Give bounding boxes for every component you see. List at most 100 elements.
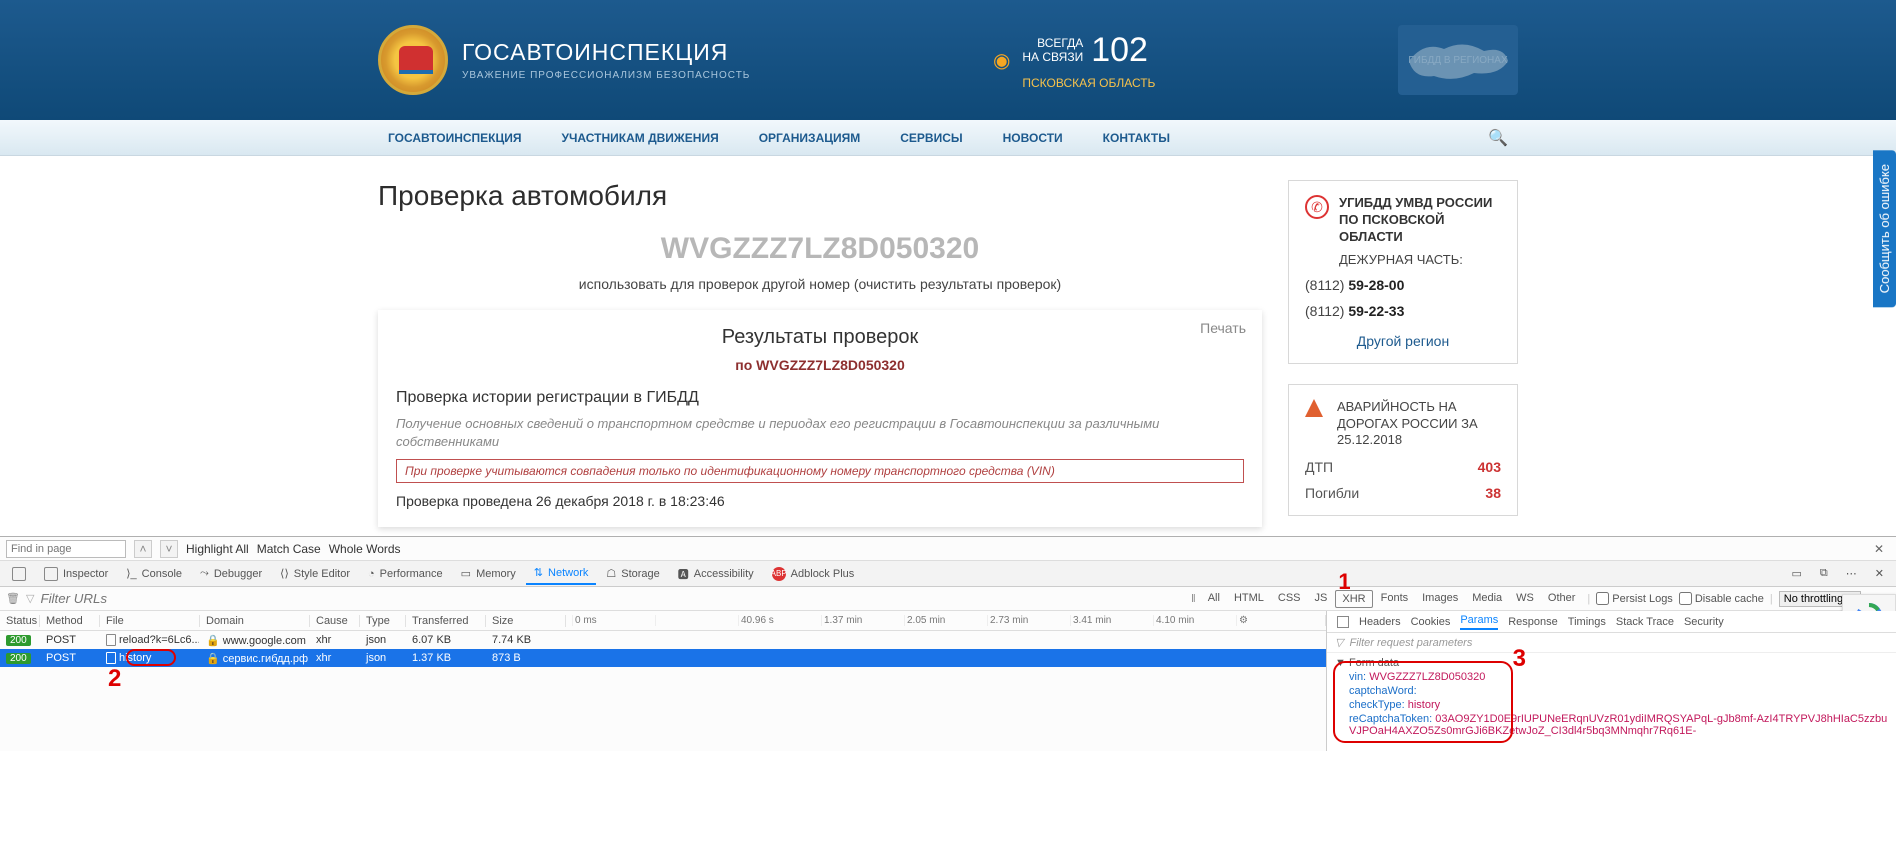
filter-url-input[interactable] (40, 591, 290, 606)
type-css[interactable]: CSS (1272, 590, 1307, 608)
feedback-tab[interactable]: Сообщить об ошибке (1873, 150, 1896, 307)
type-ws[interactable]: WS (1510, 590, 1540, 608)
tab-debugger[interactable]: ⤳Debugger (192, 563, 270, 584)
request-detail-panel: Headers Cookies Params Response Timings … (1326, 611, 1896, 751)
disable-cache-checkbox[interactable]: Disable cache (1679, 592, 1764, 605)
form-data-section[interactable]: ▼ Form data (1335, 657, 1888, 669)
find-next-button[interactable]: ˅ (160, 540, 178, 558)
detail-filter[interactable]: ▽Filter request parameters (1327, 633, 1896, 653)
annotation-marker-3: 3 (1513, 645, 1526, 673)
type-js[interactable]: JS (1309, 590, 1334, 608)
inspector-picker-icon[interactable] (4, 563, 34, 585)
hotline-label-2: НА СВЯЗИ (1022, 50, 1083, 64)
menu-item-4[interactable]: НОВОСТИ (1003, 131, 1063, 145)
vin-display: WVGZZZ7LZ8D050320 (378, 232, 1262, 266)
detail-tabs: Headers Cookies Params Response Timings … (1327, 611, 1896, 633)
responsive-mode-icon[interactable]: ▭ (1784, 563, 1810, 584)
type-all[interactable]: All (1202, 590, 1226, 608)
phone-icon: ✆ (1305, 195, 1329, 219)
request-row-0[interactable]: 200 POST reload?k=6Lc6... 🔒 www.google.c… (0, 631, 1326, 649)
tab-network[interactable]: ⇅Network (526, 562, 597, 585)
param-recaptchatoken: reCaptchaToken: 03AO9ZY1D0E9rIUPUNeERqnU… (1349, 713, 1888, 737)
tab-adblock[interactable]: ABPAdblock Plus (764, 563, 863, 585)
vin-hint[interactable]: использовать для проверок другой номер (… (378, 276, 1262, 292)
detail-tab-headers[interactable]: Headers (1359, 616, 1401, 628)
type-images[interactable]: Images (1416, 590, 1464, 608)
find-input[interactable] (6, 540, 126, 558)
results-title: Результаты проверок (396, 326, 1244, 349)
eye-icon[interactable]: ◉ (993, 48, 1010, 73)
type-fonts[interactable]: Fonts (1375, 590, 1415, 608)
other-region-link[interactable]: Другой регион (1305, 333, 1501, 349)
stat-row-0: ДТП403 (1305, 459, 1501, 475)
toggle-sidebar-icon[interactable] (1337, 616, 1349, 628)
lock-icon: 🔒 (206, 653, 220, 665)
contact-box: ✆ УГИБДД УМВД РОССИИ ПО ПСКОВСКОЙ ОБЛАСТ… (1288, 180, 1518, 364)
page-body: Проверка автомобиля WVGZZZ7LZ8D050320 ис… (0, 156, 1896, 536)
regions-map-label: ГИБДД В РЕГИОНАХ (1408, 55, 1507, 66)
detail-tab-timings[interactable]: Timings (1568, 616, 1606, 628)
devtools-close-icon[interactable]: ✕ (1867, 563, 1892, 584)
site-title: ГОСАВТОИНСПЕКЦИЯ (462, 39, 750, 66)
clear-button[interactable]: 🗑 (6, 592, 20, 605)
main-menu: ГОСАВТОИНСПЕКЦИЯ УЧАСТНИКАМ ДВИЖЕНИЯ ОРГ… (0, 120, 1896, 156)
results-card: Печать Результаты проверок по WVGZZZ7LZ8… (378, 310, 1262, 527)
tab-inspector[interactable]: Inspector (36, 563, 116, 585)
devtools-tabs: Inspector ⟩_Console ⤳Debugger ⟨⟩Style Ed… (0, 561, 1896, 587)
stats-box: АВАРИЙНОСТЬ НА ДОРОГАХ РОССИИ ЗА 25.12.2… (1288, 384, 1518, 517)
logo-block[interactable]: ГОСАВТОИНСПЕКЦИЯ УВАЖЕНИЕ ПРОФЕССИОНАЛИЗ… (378, 25, 750, 95)
menu-item-2[interactable]: ОРГАНИЗАЦИЯМ (759, 131, 861, 145)
find-prev-button[interactable]: ˄ (134, 540, 152, 558)
type-xhr[interactable]: XHR (1335, 590, 1372, 608)
search-icon[interactable]: 🔍 (1488, 128, 1508, 148)
type-other[interactable]: Other (1542, 590, 1582, 608)
detail-tab-params[interactable]: Params (1460, 614, 1498, 630)
pause-icon[interactable]: ‖ (1191, 593, 1196, 605)
file-icon (106, 652, 116, 664)
devtools-dock-icon[interactable]: ⧉ (1812, 563, 1836, 584)
tab-storage[interactable]: ☖Storage (598, 563, 667, 584)
persist-logs-checkbox[interactable]: Persist Logs (1596, 592, 1673, 605)
region-label[interactable]: ПСКОВСКАЯ ОБЛАСТЬ (1022, 76, 1155, 90)
menu-item-5[interactable]: КОНТАКТЫ (1103, 131, 1170, 145)
hotline-label-1: ВСЕГДА (1022, 36, 1083, 50)
detail-tab-stack[interactable]: Stack Trace (1616, 616, 1674, 628)
detail-tab-response[interactable]: Response (1508, 616, 1558, 628)
print-link[interactable]: Печать (1200, 320, 1246, 336)
menu-item-0[interactable]: ГОСАВТОИНСПЕКЦИЯ (388, 131, 522, 145)
param-vin: vin: WVGZZZ7LZ8D050320 (1349, 671, 1888, 683)
tab-accessibility[interactable]: 🅰Accessibility (670, 562, 762, 586)
org-name: УГИБДД УМВД РОССИИ ПО ПСКОВСКОЙ ОБЛАСТИ (1339, 195, 1501, 246)
phone-2: (8112) 59-22-33 (1305, 303, 1501, 319)
menu-item-1[interactable]: УЧАСТНИКАМ ДВИЖЕНИЯ (562, 131, 719, 145)
detail-tab-cookies[interactable]: Cookies (1411, 616, 1451, 628)
devtools-options-icon[interactable]: ⋯ (1838, 563, 1865, 584)
file-icon (106, 634, 116, 646)
tab-performance[interactable]: ◔Performance (360, 564, 451, 584)
type-html[interactable]: HTML (1228, 590, 1270, 608)
cone-icon (1305, 399, 1323, 417)
section-description: Получение основных сведений о транспортн… (396, 415, 1244, 451)
devtools-pane: ˄ ˅ Highlight All Match Case Whole Words… (0, 536, 1896, 751)
tab-style-editor[interactable]: ⟨⟩Style Editor (272, 563, 358, 584)
regions-map-button[interactable]: ГИБДД В РЕГИОНАХ (1398, 25, 1518, 95)
detail-tab-security[interactable]: Security (1684, 616, 1724, 628)
stat-row-1: Погибли38 (1305, 485, 1501, 501)
menu-item-3[interactable]: СЕРВИСЫ (900, 131, 962, 145)
duty-label: ДЕЖУРНАЯ ЧАСТЬ: (1339, 252, 1501, 267)
network-toolbar: 🗑 ▽ ‖ All HTML CSS JS XHR Fonts Images M… (0, 587, 1896, 611)
request-row-1[interactable]: 200 POST history 🔒 сервис.гибдд.рф xhr j… (0, 649, 1326, 667)
match-case-toggle[interactable]: Match Case (257, 542, 321, 556)
find-close-button[interactable]: ✕ (1868, 542, 1890, 556)
type-media[interactable]: Media (1466, 590, 1508, 608)
hotline-number: 102 (1091, 31, 1148, 70)
highlight-all-toggle[interactable]: Highlight All (186, 542, 249, 556)
tab-memory[interactable]: ▭Memory (453, 563, 524, 584)
section-warning: При проверке учитываются совпадения толь… (396, 459, 1244, 483)
whole-words-toggle[interactable]: Whole Words (329, 542, 401, 556)
network-request-list: Status Method File Domain Cause Type Tra… (0, 611, 1326, 751)
hotline-block: ◉ ВСЕГДА НА СВЯЗИ 102 ПСКОВСКАЯ ОБЛАСТЬ (993, 31, 1156, 90)
param-checktype: checkType: history (1349, 699, 1888, 711)
filter-icon[interactable]: ▽ (26, 592, 34, 605)
tab-console[interactable]: ⟩_Console (118, 563, 190, 584)
